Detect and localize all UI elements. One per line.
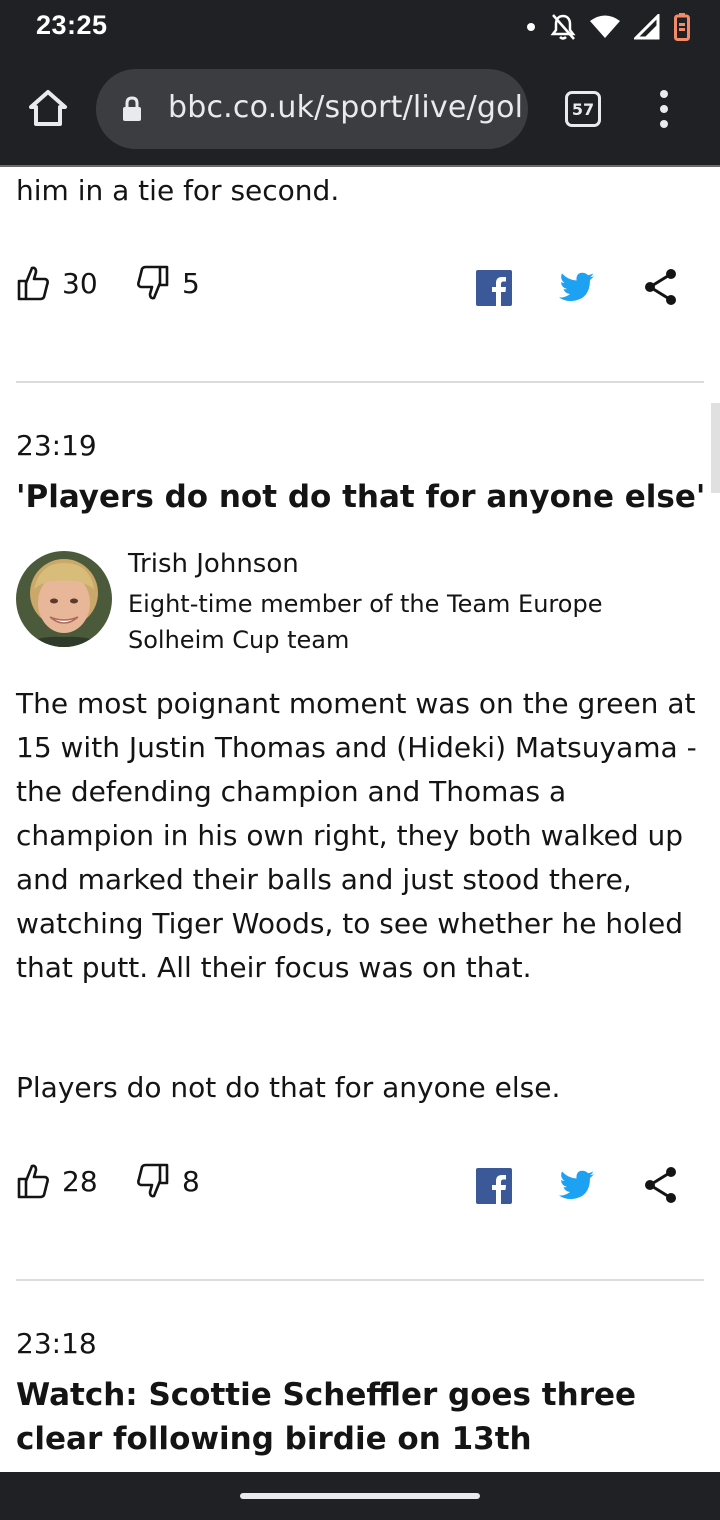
thumbs-up-icon (17, 266, 49, 301)
entry-time: 23:18 (16, 1327, 97, 1360)
dot-icon (526, 22, 536, 32)
signal-icon (634, 14, 660, 40)
entry-paragraph: Players do not do that for anyone else. (16, 1071, 561, 1104)
home-icon (29, 90, 67, 126)
entry-divider (16, 1279, 704, 1281)
reaction-bar: 28 8 (16, 1162, 706, 1212)
thumbs-down-icon (137, 1163, 169, 1198)
dislike-count: 8 (182, 1164, 200, 1198)
scrollbar-thumb[interactable] (711, 403, 720, 493)
entry-time: 23:19 (16, 429, 97, 462)
more-vert-icon[interactable] (646, 84, 682, 134)
status-time: 23:25 (36, 10, 108, 40)
entry-headline[interactable]: Watch: Scottie Scheffler goes three clea… (16, 1373, 706, 1461)
system-nav-bar (0, 1472, 720, 1520)
entry-paragraph: him in a tie for second. (16, 174, 340, 207)
tabs-button[interactable]: 57 (560, 86, 606, 132)
like-button[interactable]: 28 (16, 1162, 98, 1200)
browser-toolbar: bbc.co.uk/sport/live/gol 57 (0, 52, 720, 166)
like-count: 30 (62, 266, 98, 300)
entry-paragraph: The most poignant moment was on the gree… (16, 687, 697, 984)
reaction-bar: 30 5 (16, 264, 706, 314)
twitter-share-icon[interactable] (559, 1170, 595, 1200)
battery-icon (674, 13, 690, 41)
status-bar: 23:25 (0, 0, 720, 52)
lock-icon (123, 96, 141, 121)
home-button[interactable] (18, 78, 78, 138)
thumbs-up-icon (17, 1164, 49, 1199)
bell-off-icon (550, 13, 576, 41)
tabs-icon: 57 (565, 91, 601, 127)
like-count: 28 (62, 1164, 98, 1198)
entry-divider (16, 381, 704, 383)
like-button[interactable]: 30 (16, 264, 98, 302)
author-avatar (16, 551, 112, 647)
url-text: bbc.co.uk/sport/live/gol (168, 90, 524, 125)
share-icon[interactable] (643, 268, 679, 306)
twitter-share-icon[interactable] (559, 272, 595, 302)
author-role: Eight-time member of the Team Europe Sol… (128, 590, 603, 654)
share-icon[interactable] (643, 1166, 679, 1204)
facebook-share-icon[interactable] (476, 1168, 512, 1204)
wifi-icon (590, 15, 620, 39)
home-gesture-handle[interactable] (240, 1493, 480, 1499)
facebook-share-icon[interactable] (476, 270, 512, 306)
thumbs-down-icon (137, 265, 169, 300)
live-feed[interactable]: him in a tie for second. 30 5 23:19 'Pla… (0, 167, 720, 1472)
url-bar[interactable]: bbc.co.uk/sport/live/gol (96, 69, 528, 149)
author-name: Trish Johnson (128, 549, 299, 579)
dislike-button[interactable]: 5 (136, 264, 200, 302)
status-icons (526, 12, 690, 42)
dislike-button[interactable]: 8 (136, 1162, 200, 1200)
tab-count: 57 (571, 99, 595, 119)
dislike-count: 5 (182, 266, 200, 300)
entry-headline[interactable]: 'Players do not do that for anyone else' (16, 475, 706, 519)
